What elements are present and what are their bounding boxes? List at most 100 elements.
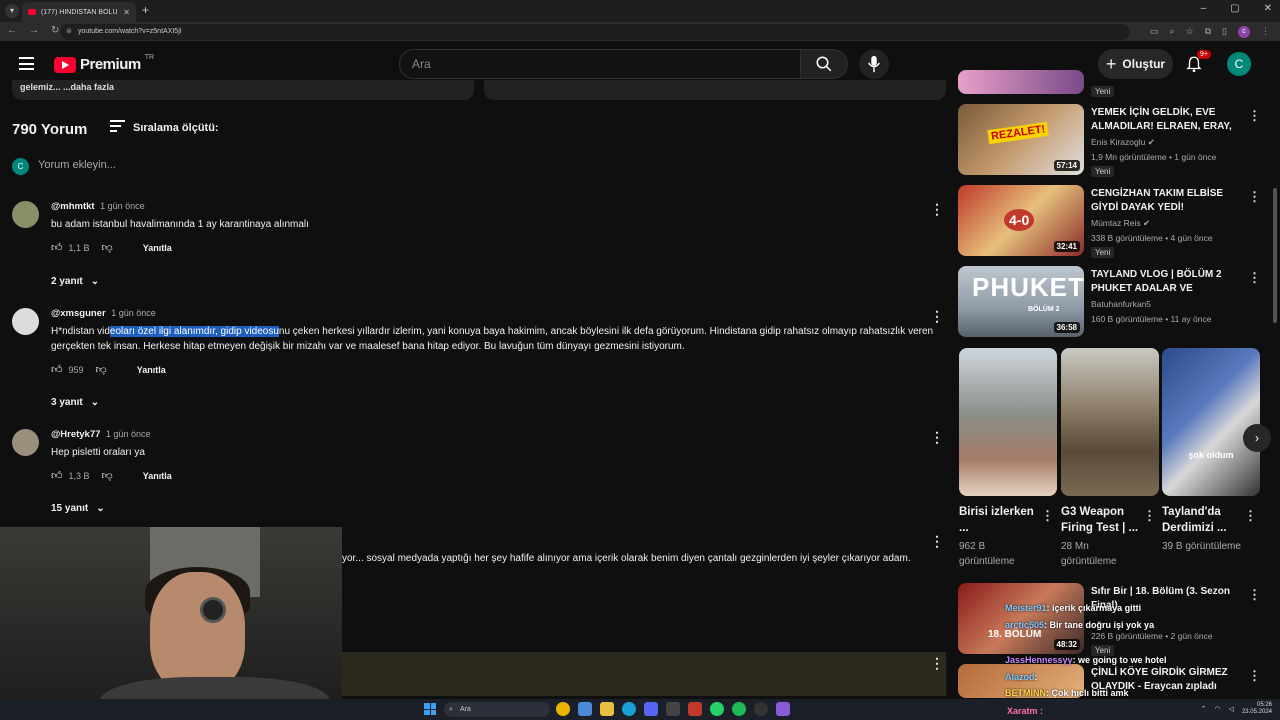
tab-search-icon[interactable]: ▾ xyxy=(5,4,19,18)
comment-time[interactable]: 1 gün önce xyxy=(106,429,151,439)
taskbar-clock[interactable]: 05:26 23.05.2024 xyxy=(1242,702,1272,716)
video-thumbnail[interactable]: PHUKET BÖLÜM 2 36:58 xyxy=(958,266,1084,337)
sidebar-scrollbar[interactable] xyxy=(1273,188,1277,323)
comment-time[interactable]: 1 gün önce xyxy=(111,308,156,318)
extensions-icon[interactable]: ⧉ xyxy=(1205,26,1211,38)
channel-name[interactable]: Batuhanfurkan5 xyxy=(1091,299,1151,309)
spotify-icon[interactable] xyxy=(732,702,746,716)
video-title[interactable]: YEMEK İÇİN GELDİK, EVE ALMADILAR! ELRAEN… xyxy=(1091,106,1241,134)
volume-icon[interactable]: ◁ xyxy=(1229,705,1234,713)
search-button[interactable] xyxy=(800,49,848,79)
minimize-icon[interactable]: – xyxy=(1201,3,1207,14)
copilot-icon[interactable] xyxy=(578,702,592,716)
related-video-partial[interactable]: Yeni xyxy=(958,70,1263,98)
sort-button[interactable]: Sıralama ölçütü: xyxy=(110,120,219,135)
zoom-icon[interactable]: ⌕ xyxy=(1169,26,1174,38)
close-window-icon[interactable]: ✕ xyxy=(1264,3,1272,14)
voice-search-button[interactable] xyxy=(859,49,889,79)
replies-toggle[interactable]: 2 yanıt ⌄ xyxy=(51,276,99,287)
comment-more-icon[interactable]: ⋮ xyxy=(930,308,944,325)
comment-more-icon[interactable]: ⋮ xyxy=(930,201,944,218)
channel-name[interactable]: Mümtaz Reis ✔ xyxy=(1091,218,1150,229)
short-item[interactable]: G3 Weapon Firing Test | ... 28 Mn görünt… xyxy=(1061,348,1159,569)
short-item[interactable]: Birisi izlerken ... 962 B görüntüleme ⋮ xyxy=(959,348,1057,569)
video-more-icon[interactable]: ⋮ xyxy=(1248,587,1261,603)
video-more-icon[interactable]: ⋮ xyxy=(1248,270,1261,286)
video-thumbnail[interactable]: REZALET! 57:14 xyxy=(958,104,1084,175)
folder-icon[interactable] xyxy=(600,702,614,716)
maximize-icon[interactable]: ▢ xyxy=(1230,3,1239,14)
replies-toggle[interactable]: 15 yanıt ⌄ xyxy=(51,503,105,514)
comment-more-icon[interactable]: ⋮ xyxy=(930,429,944,446)
comment-avatar[interactable] xyxy=(12,308,39,335)
video-title[interactable]: CENGİZHAN TAKIM ELBİSE GİYDİ DAYAK YEDİ!… xyxy=(1091,187,1241,215)
short-more-icon[interactable]: ⋮ xyxy=(1041,508,1054,524)
short-title[interactable]: G3 Weapon Firing Test | ... xyxy=(1061,504,1141,536)
new-tab-icon[interactable]: + xyxy=(142,3,149,17)
short-thumbnail[interactable] xyxy=(959,348,1057,496)
reply-button[interactable]: Yanıtla xyxy=(143,471,172,481)
browser-tab[interactable]: (177) HİNDİSTAN BÖLÜM 2: Vi ✕ xyxy=(22,2,136,22)
site-info-icon[interactable]: ⊜ xyxy=(66,24,72,40)
comment-author[interactable]: @mhmtkt xyxy=(51,201,95,212)
video-more-icon[interactable]: ⋮ xyxy=(1248,189,1261,205)
short-more-icon[interactable]: ⋮ xyxy=(1244,508,1257,524)
related-video[interactable]: 4-0 32:41 CENGİZHAN TAKIM ELBİSE GİYDİ D… xyxy=(958,185,1263,258)
edge-icon[interactable] xyxy=(622,702,636,716)
chrome-icon[interactable] xyxy=(556,702,570,716)
short-thumbnail[interactable]: şok oldum xyxy=(1162,348,1260,496)
channel-name[interactable]: Enis Kirazoglu ✔ xyxy=(1091,137,1155,148)
cast-icon[interactable]: ▭ xyxy=(1150,26,1159,38)
wifi-icon[interactable]: ◠ xyxy=(1214,705,1220,713)
add-comment-input[interactable]: Yorum ekleyin... xyxy=(38,159,116,171)
comment-author[interactable]: @xmsguner xyxy=(51,308,106,319)
obs-icon[interactable] xyxy=(754,702,768,716)
comment-more-icon[interactable]: ⋮ xyxy=(930,533,944,550)
back-icon[interactable]: ← xyxy=(7,25,17,36)
whatsapp-icon[interactable] xyxy=(710,702,724,716)
forward-icon[interactable]: → xyxy=(29,25,39,36)
url-bar[interactable]: ⊜ youtube.com/watch?v=z5ntAXI5jI xyxy=(60,24,1130,40)
taskbar-search[interactable]: ⌕ Ara xyxy=(444,702,550,717)
browser-menu-icon[interactable]: ⋮ xyxy=(1261,26,1270,38)
close-tab-icon[interactable]: ✕ xyxy=(123,8,130,17)
app-purple-icon[interactable] xyxy=(776,702,790,716)
short-item[interactable]: şok oldum Tayland'da Derdimizi ... 39 B … xyxy=(1162,348,1260,554)
tray-expand-icon[interactable]: ⌃ xyxy=(1201,705,1207,713)
video-title[interactable]: TAYLAND VLOG | BÖLÜM 2 PHUKET ADALAR VE … xyxy=(1091,268,1241,296)
description-strip[interactable]: gelemiz... ...daha fazla xyxy=(12,80,474,100)
video-thumbnail[interactable] xyxy=(958,70,1084,94)
windows-start-icon[interactable] xyxy=(424,703,436,715)
related-video[interactable]: REZALET! 57:14 YEMEK İÇİN GELDİK, EVE AL… xyxy=(958,104,1263,177)
comment-time[interactable]: 1 gün önce xyxy=(100,201,145,211)
bookmark-star-icon[interactable]: ☆ xyxy=(1186,26,1194,38)
dislike-icon[interactable]: 👎︎ xyxy=(96,363,107,376)
shorts-next-button[interactable]: › xyxy=(1243,424,1271,452)
profile-icon[interactable]: c xyxy=(1238,26,1250,38)
discord-icon[interactable] xyxy=(644,702,658,716)
reply-button[interactable]: Yanıtla xyxy=(137,365,166,375)
reply-button[interactable]: Yanıtla xyxy=(143,243,172,253)
app-red-icon[interactable] xyxy=(688,702,702,716)
dislike-icon[interactable]: 👎︎ xyxy=(102,241,113,254)
short-more-icon[interactable]: ⋮ xyxy=(1143,508,1156,524)
reload-icon[interactable]: ↻ xyxy=(51,25,59,36)
comment-author[interactable]: @Hretyk77 xyxy=(51,429,100,440)
short-title[interactable]: Birisi izlerken ... xyxy=(959,504,1039,536)
comment-more-icon[interactable]: ⋮ xyxy=(930,655,944,672)
app-icon[interactable] xyxy=(666,702,680,716)
comment-avatar[interactable] xyxy=(12,429,39,456)
dislike-icon[interactable]: 👎︎ xyxy=(102,469,113,482)
short-thumbnail[interactable] xyxy=(1061,348,1159,496)
video-thumbnail[interactable]: 4-0 32:41 xyxy=(958,185,1084,256)
video-more-icon[interactable]: ⋮ xyxy=(1248,668,1261,684)
comment-avatar[interactable] xyxy=(12,201,39,228)
hamburger-menu-icon[interactable] xyxy=(19,57,34,70)
like-icon[interactable]: 👍︎ xyxy=(51,363,63,376)
search-input[interactable]: Ara xyxy=(399,49,801,79)
like-icon[interactable]: 👍︎ xyxy=(51,469,63,482)
sidepanel-icon[interactable]: ▯ xyxy=(1222,26,1227,38)
video-thumbnail[interactable]: 18. BÖLÜM 48:32 xyxy=(958,583,1084,654)
youtube-premium-logo[interactable]: Premium TR xyxy=(54,54,154,73)
short-title[interactable]: Tayland'da Derdimizi ... xyxy=(1162,504,1242,536)
